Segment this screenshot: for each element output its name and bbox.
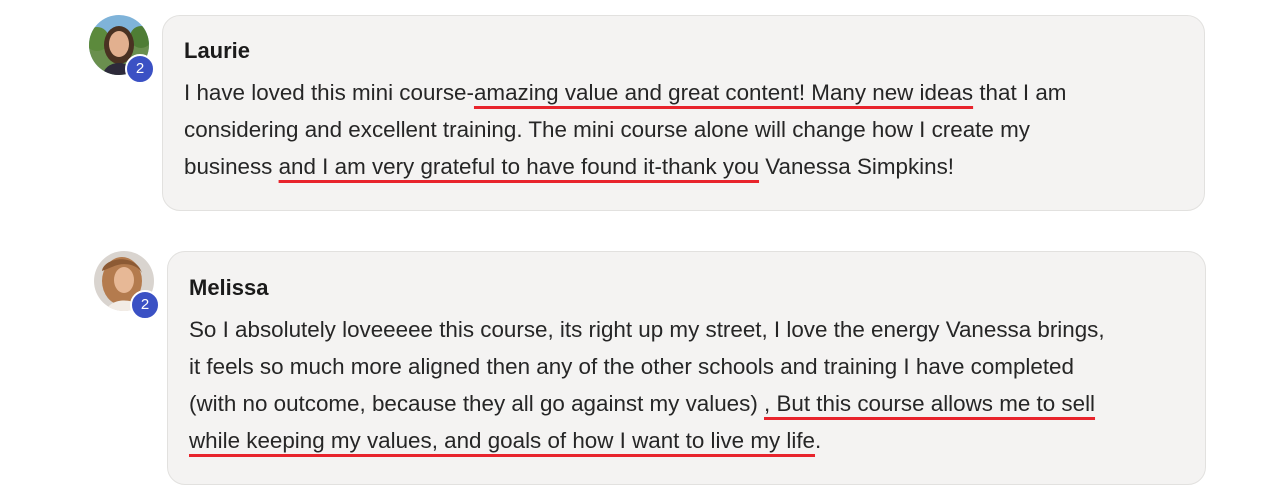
comment-line: business and I am very grateful to have … [184,154,954,179]
comment-text: I have loved this mini course-amazing va… [184,74,1066,185]
comment-line: it feels so much more aligned then any o… [189,354,1074,379]
comment-author-name[interactable]: Melissa [189,275,269,301]
comment-text: So I absolutely loveeeee this course, it… [189,311,1105,459]
comment-line: while keeping my values, and goals of ho… [189,428,822,453]
highlighted-text: , But this course allows me to sell [764,391,1096,416]
comment-line: I have loved this mini course-amazing va… [184,80,1067,105]
comment-author-name[interactable]: Laurie [184,38,250,64]
comment-line: considering and excellent training. The … [184,117,1030,142]
notification-count-badge: 2 [130,290,160,320]
highlighted-text: amazing value and great content! Many ne… [473,80,974,105]
comment-line: So I absolutely loveeeee this course, it… [189,317,1105,342]
comment-line: (with no outcome, because they all go ag… [189,391,1096,416]
highlighted-text: and I am very grateful to have found it-… [278,154,760,179]
highlighted-text: while keeping my values, and goals of ho… [189,428,816,453]
notification-count-badge: 2 [125,54,155,84]
